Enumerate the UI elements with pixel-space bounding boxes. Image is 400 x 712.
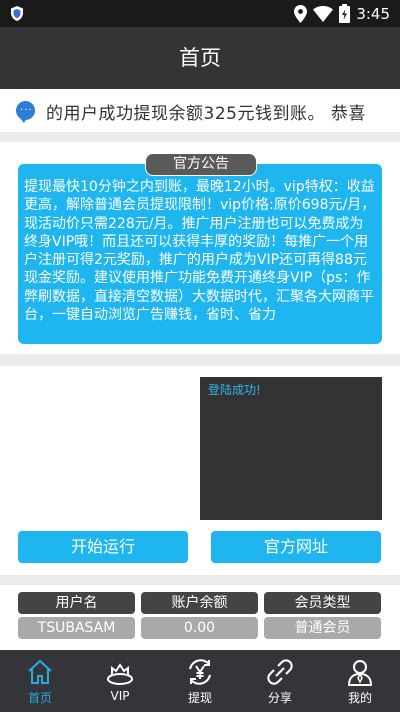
user-info-table: 用户名 账户余额 会员类型 TSUBASAM 0.00 普通会员 bbox=[0, 585, 400, 650]
header-balance: 账户余额 bbox=[141, 592, 258, 614]
page-title: 首页 bbox=[0, 27, 400, 89]
shield-icon bbox=[11, 6, 23, 21]
tab-share[interactable]: 分享 bbox=[240, 650, 320, 712]
header-member-type: 会员类型 bbox=[264, 592, 381, 614]
message-icon: ··· bbox=[16, 101, 35, 123]
control-section: 登陆成功! 开始运行 官方网址 bbox=[0, 366, 400, 575]
tab-label: 提现 bbox=[187, 691, 212, 705]
crown-icon bbox=[107, 663, 133, 685]
log-panel: 登陆成功! bbox=[200, 377, 382, 520]
tab-mine[interactable]: 我的 bbox=[320, 650, 400, 712]
tab-label: 我的 bbox=[347, 691, 372, 705]
battery-icon bbox=[339, 4, 351, 23]
tab-label: 分享 bbox=[267, 691, 292, 705]
status-bar: 3:45 bbox=[0, 0, 400, 27]
tab-label: 首页 bbox=[27, 691, 52, 705]
user-icon bbox=[347, 660, 373, 686]
tab-withdraw[interactable]: 提现 bbox=[160, 650, 240, 712]
notice-title: 官方公告 bbox=[145, 153, 257, 176]
home-icon bbox=[28, 659, 52, 684]
marquee-text: 的用户成功提现余额325元钱到账。 恭喜 bbox=[46, 104, 366, 124]
tab-vip[interactable]: VIP bbox=[80, 650, 160, 712]
wifi-icon bbox=[313, 5, 334, 22]
start-button[interactable]: 开始运行 bbox=[18, 531, 188, 563]
divider bbox=[0, 132, 400, 142]
header-username: 用户名 bbox=[18, 592, 135, 614]
bottom-tab-bar: 首页 VIP 提现 分享 我的 bbox=[0, 650, 400, 712]
link-icon bbox=[267, 659, 293, 685]
notice-body: 提现最快10分钟之内到账，最晚12小时。vip特权：收益更高，解除普通会员提现限… bbox=[18, 164, 382, 344]
withdraw-yen-icon bbox=[189, 659, 211, 685]
divider bbox=[0, 575, 400, 585]
tab-home[interactable]: 首页 bbox=[0, 650, 80, 712]
status-time: 3:45 bbox=[356, 4, 390, 23]
balance-value: 0.00 bbox=[141, 617, 258, 639]
divider bbox=[0, 354, 400, 366]
notice-section: 官方公告 提现最快10分钟之内到账，最晚12小时。vip特权：收益更高，解除普通… bbox=[0, 142, 400, 354]
location-icon bbox=[294, 4, 308, 23]
tab-label: VIP bbox=[110, 689, 130, 703]
username-value: TSUBASAM bbox=[18, 617, 135, 639]
official-site-button[interactable]: 官方网址 bbox=[211, 531, 381, 563]
member-type-value: 普通会员 bbox=[264, 617, 381, 639]
marquee-banner: ··· 的用户成功提现余额325元钱到账。 恭喜 bbox=[0, 89, 400, 132]
